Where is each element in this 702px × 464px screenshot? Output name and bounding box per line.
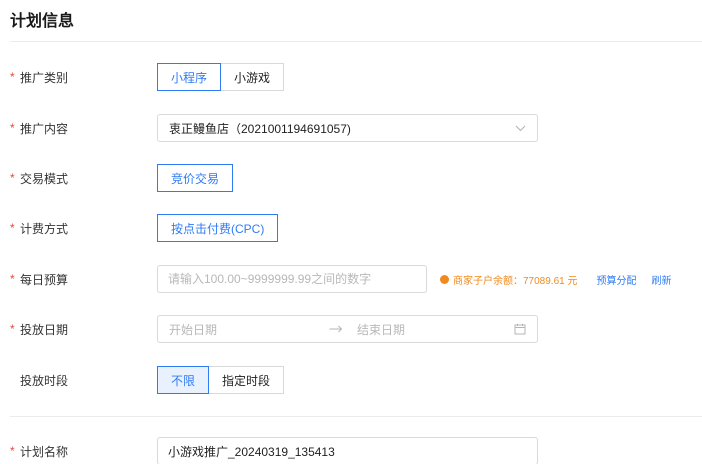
row-promo-category: * 推广类别 小程序 小游戏	[0, 62, 702, 92]
warning-dot-icon	[440, 274, 449, 284]
promo-category-label: * 推广类别	[10, 62, 68, 92]
date-range-picker[interactable]: 开始日期 结束日期	[157, 315, 538, 343]
promo-category-segment: 小程序 小游戏	[157, 63, 285, 91]
plan-name-label-text: 计划名称	[20, 444, 69, 459]
promo-content-label-text: 推广内容	[20, 121, 69, 136]
billing-cpc-button[interactable]: 按点击付费(CPC)	[157, 214, 279, 242]
row-trade-mode: * 交易模式 竞价交易	[0, 163, 702, 193]
schedule-date-label-text: 投放日期	[20, 322, 69, 337]
required-mark: *	[10, 272, 15, 286]
plan-name-input[interactable]	[157, 437, 538, 464]
schedule-date-label: * 投放日期	[10, 314, 68, 344]
budget-allocate-link[interactable]: 预算分配	[597, 272, 637, 287]
daily-budget-label: * 每日预算	[10, 264, 68, 294]
promo-content-select[interactable]: 衷正鳗鱼店（2021001194691057)	[157, 114, 538, 142]
trade-mode-label: * 交易模式	[10, 163, 68, 193]
option-specified-period[interactable]: 指定时段	[208, 366, 285, 394]
daily-budget-label-text: 每日预算	[20, 272, 69, 287]
top-divider	[10, 41, 702, 42]
billing-label-text: 计费方式	[20, 221, 69, 236]
option-unlimited[interactable]: 不限	[157, 366, 210, 394]
option-mini-game[interactable]: 小游戏	[220, 63, 285, 91]
row-daily-budget: * 每日预算 商家子户余额：77089.61 元 预算分配 刷新	[0, 264, 702, 294]
billing-label: * 计费方式	[10, 213, 68, 243]
required-mark: *	[10, 121, 15, 135]
required-mark: *	[10, 322, 15, 336]
daily-budget-input[interactable]	[157, 265, 427, 293]
promo-content-value: 衷正鳗鱼店（2021001194691057)	[169, 121, 351, 136]
required-mark: *	[10, 221, 15, 235]
promo-category-label-text: 推广类别	[20, 70, 69, 85]
chevron-down-icon	[514, 122, 526, 134]
refresh-link[interactable]: 刷新	[652, 272, 672, 287]
row-schedule-time: 投放时段 不限 指定时段	[0, 365, 702, 395]
trade-mode-label-text: 交易模式	[20, 171, 69, 186]
promo-content-label: * 推广内容	[10, 113, 68, 143]
row-billing: * 计费方式 按点击付费(CPC)	[0, 213, 702, 243]
middle-divider	[10, 416, 702, 417]
section-title: 计划信息	[10, 13, 75, 30]
plan-name-label: * 计划名称	[10, 436, 68, 464]
required-mark: *	[10, 171, 15, 185]
arrow-right-icon	[329, 322, 357, 336]
balance-text: 商家子户余额：77089.61 元	[453, 275, 578, 287]
row-schedule-date: * 投放日期 开始日期 结束日期	[0, 314, 702, 344]
calendar-icon	[514, 323, 526, 335]
end-date-input[interactable]: 结束日期	[357, 321, 514, 338]
required-mark: *	[10, 70, 15, 84]
trade-mode-bidding-button[interactable]: 竞价交易	[157, 164, 234, 192]
schedule-time-label: 投放时段	[10, 365, 68, 395]
budget-info: 商家子户余额：77089.61 元 预算分配 刷新	[440, 264, 672, 294]
schedule-time-label-text: 投放时段	[20, 373, 69, 388]
required-mark: *	[10, 444, 15, 458]
option-mini-program[interactable]: 小程序	[157, 63, 222, 91]
row-promo-content: * 推广内容 衷正鳗鱼店（2021001194691057)	[0, 113, 702, 143]
row-plan-name: * 计划名称	[0, 436, 702, 464]
schedule-time-segment: 不限 指定时段	[157, 366, 285, 394]
start-date-input[interactable]: 开始日期	[169, 321, 329, 338]
